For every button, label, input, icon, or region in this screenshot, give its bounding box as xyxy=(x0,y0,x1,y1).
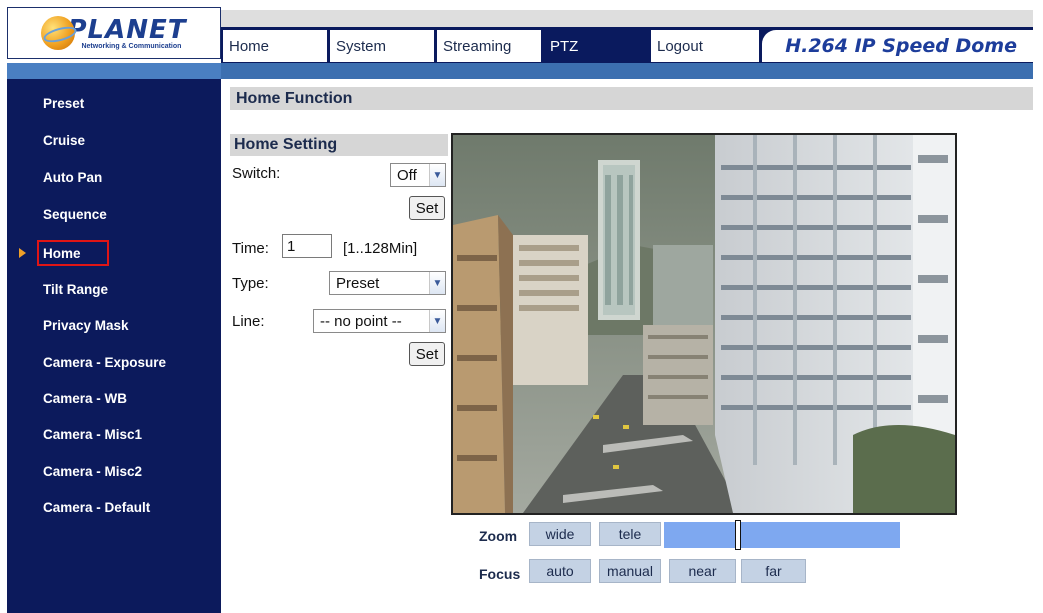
line-label: Line: xyxy=(232,313,265,330)
current-arrow-icon xyxy=(19,248,26,258)
city-street-image xyxy=(453,135,955,513)
logo-subtitle: Networking & Communication xyxy=(81,42,182,50)
chevron-down-icon: ▼ xyxy=(429,310,445,332)
focus-far-button[interactable]: far xyxy=(741,559,806,583)
page-title: Home Function xyxy=(230,87,1033,110)
sidebar-item-camera-misc1[interactable]: Camera - Misc1 xyxy=(37,421,142,447)
switch-label: Switch: xyxy=(232,165,281,182)
camera-live-view[interactable] xyxy=(451,133,957,515)
line-value: -- no point -- xyxy=(320,312,402,330)
sidebar-item-privacy-mask[interactable]: Privacy Mask xyxy=(37,312,129,338)
sidebar-item-camera-exposure[interactable]: Camera - Exposure xyxy=(37,349,166,375)
type-select[interactable]: Preset ▼ xyxy=(329,271,446,295)
zoom-label: Zoom xyxy=(479,528,518,544)
chevron-down-icon: ▼ xyxy=(429,272,445,294)
focus-label: Focus xyxy=(479,566,521,582)
tab-logout[interactable]: Logout xyxy=(651,30,759,62)
header-divider xyxy=(7,63,1033,79)
type-value: Preset xyxy=(336,274,380,292)
focus-manual-button[interactable]: manual xyxy=(599,559,661,583)
tab-home[interactable]: Home xyxy=(223,30,327,62)
product-brand: H.264 IP Speed Dome xyxy=(762,30,1033,62)
time-range-hint: [1..128Min] xyxy=(343,240,418,257)
chevron-down-icon: ▼ xyxy=(429,164,445,186)
zoom-wide-button[interactable]: wide xyxy=(529,522,591,546)
focus-auto-button[interactable]: auto xyxy=(529,559,591,583)
sidebar-item-camera-wb[interactable]: Camera - WB xyxy=(37,385,127,411)
home-setting-title: Home Setting xyxy=(230,134,448,156)
planet-logo: PLANET Networking & Communication xyxy=(7,7,221,59)
sidebar-item-home[interactable]: Home xyxy=(37,240,109,266)
time-input[interactable]: 1 xyxy=(282,234,332,258)
sidebar-item-cruise[interactable]: Cruise xyxy=(37,127,85,153)
sidebar-item-tilt-range[interactable]: Tilt Range xyxy=(37,276,108,302)
logo-word: PLANET xyxy=(67,14,187,45)
sidebar: Preset Cruise Auto Pan Sequence Home Til… xyxy=(7,79,221,613)
sidebar-item-sequence[interactable]: Sequence xyxy=(37,201,107,227)
sidebar-item-auto-pan[interactable]: Auto Pan xyxy=(37,164,102,190)
header-top-strip xyxy=(221,10,1033,27)
zoom-tele-button[interactable]: tele xyxy=(599,522,661,546)
switch-value: Off xyxy=(397,166,417,184)
sidebar-item-preset[interactable]: Preset xyxy=(37,90,84,116)
main-nav: Home System Streaming PTZ Logout H.264 I… xyxy=(221,27,1033,63)
tab-ptz[interactable]: PTZ xyxy=(544,30,648,62)
focus-near-button[interactable]: near xyxy=(669,559,736,583)
switch-select[interactable]: Off ▼ xyxy=(390,163,446,187)
line-set-button[interactable]: Set xyxy=(409,342,445,366)
zoom-level-bar[interactable] xyxy=(664,522,900,548)
tab-streaming[interactable]: Streaming xyxy=(437,30,541,62)
type-label: Type: xyxy=(232,275,269,292)
sidebar-item-camera-default[interactable]: Camera - Default xyxy=(37,494,150,520)
zoom-slider-handle[interactable] xyxy=(735,520,741,550)
time-label: Time: xyxy=(232,240,269,257)
switch-set-button[interactable]: Set xyxy=(409,196,445,220)
line-select[interactable]: -- no point -- ▼ xyxy=(313,309,446,333)
tab-system[interactable]: System xyxy=(330,30,434,62)
sidebar-item-camera-misc2[interactable]: Camera - Misc2 xyxy=(37,458,142,484)
